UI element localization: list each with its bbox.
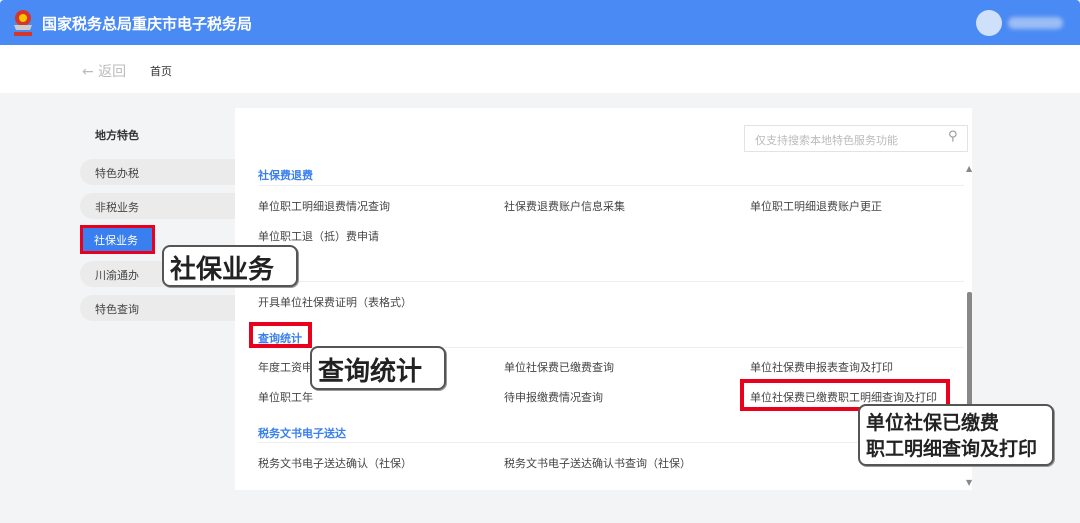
scroll-up-icon[interactable]: ▲ <box>966 164 972 173</box>
sidebar-item-social-security[interactable]: 社保业务 <box>80 225 155 254</box>
link-item[interactable]: 待申报缴费情况查询 <box>504 389 603 405</box>
section-title-refund: 社保费退费 <box>258 169 313 182</box>
section-title-documents: 税务文书电子送达 <box>258 427 346 440</box>
sidebar-item-non-tax[interactable]: 非税业务 <box>80 193 235 219</box>
sidebar-item-special-tax[interactable]: 特色办税 <box>80 159 235 185</box>
callout-line-2: 职工明细查询及打印 <box>866 438 1038 460</box>
link-item[interactable]: 单位职工明细退费账户更正 <box>750 198 882 214</box>
link-item[interactable]: 税务文书电子送达确认（社保） <box>258 455 412 471</box>
link-item[interactable]: 开具单位社保费证明（表格式） <box>258 294 412 310</box>
link-item[interactable]: 社保费退费账户信息采集 <box>504 198 625 214</box>
back-button[interactable]: ← 返回 <box>82 61 126 81</box>
highlight-box <box>249 322 312 348</box>
callout-query-stats: 查询统计 <box>310 346 446 390</box>
link-item[interactable]: 年度工资申 <box>258 359 313 375</box>
callout-social-security: 社保业务 <box>162 245 298 287</box>
link-item[interactable]: 单位职工年 <box>258 389 313 405</box>
link-item[interactable]: 单位职工明细退费情况查询 <box>258 198 390 214</box>
link-item[interactable]: 税务文书电子送达确认书查询（社保） <box>504 455 691 471</box>
user-name-blurred[interactable] <box>1008 17 1063 29</box>
link-item[interactable]: 单位职工退（抵）费申请 <box>258 228 379 244</box>
callout-paid-detail: 单位社保已缴费 职工明细查询及打印 <box>858 404 1054 466</box>
search-input[interactable]: 仅支持搜索本地特色服务功能 <box>744 125 968 152</box>
callout-line-1: 单位社保已缴费 <box>866 412 1000 434</box>
tax-emblem-icon <box>14 10 32 36</box>
search-icon[interactable]: ⚲ <box>948 129 958 144</box>
breadcrumb-home[interactable]: 首页 <box>150 63 172 79</box>
sidebar-item-special-query[interactable]: 特色查询 <box>80 295 235 321</box>
scrollbar-thumb[interactable] <box>967 292 972 412</box>
scroll-down-icon[interactable]: ▼ <box>966 478 972 487</box>
divider <box>258 185 964 186</box>
link-item[interactable]: 单位社保费已缴费查询 <box>504 359 614 375</box>
app-title: 国家税务总局重庆市电子税务局 <box>42 15 253 33</box>
avatar[interactable] <box>976 10 1002 36</box>
divider <box>258 281 964 282</box>
link-item[interactable]: 单位社保费申报表查询及打印 <box>750 359 893 375</box>
sidebar-title: 地方特色 <box>95 129 139 142</box>
